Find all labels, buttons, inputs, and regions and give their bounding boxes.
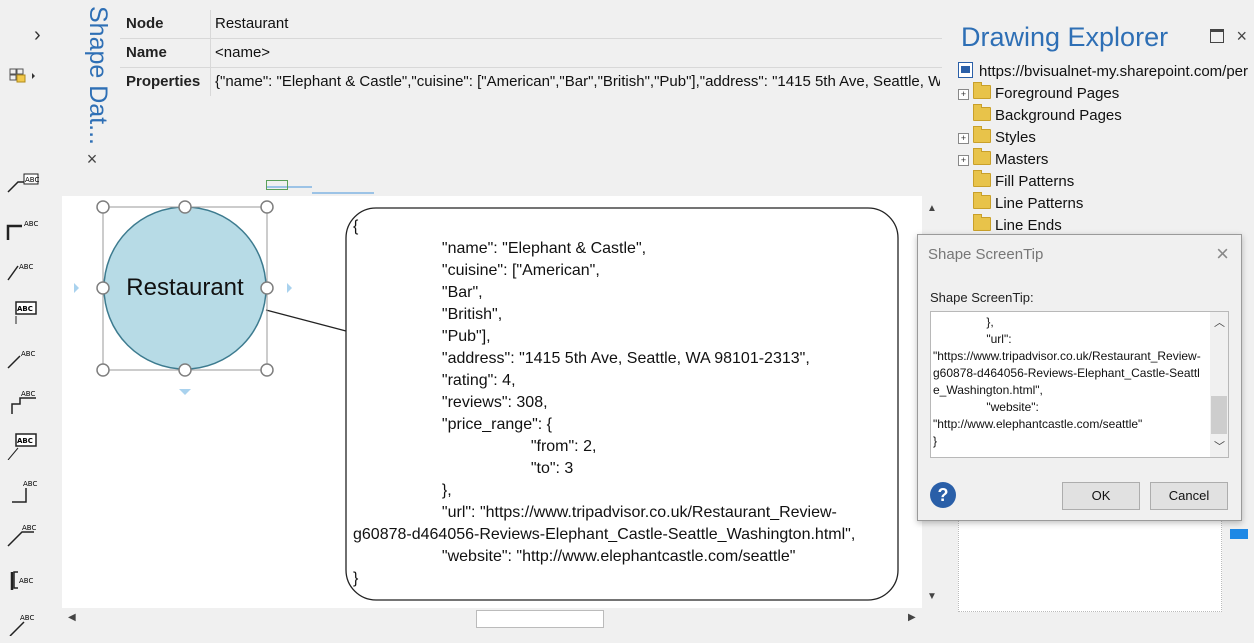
auto-connect-right-icon <box>287 283 292 293</box>
svg-text:ABC: ABC <box>23 480 37 488</box>
close-icon[interactable]: × <box>1236 26 1247 46</box>
explorer-root-url: https://bvisualnet-my.sharepoint.com/per <box>979 63 1249 80</box>
textarea-scrollbar[interactable]: ︿ ﹀ <box>1210 312 1228 457</box>
expand-icon: + <box>958 133 969 144</box>
expand-panel-icon[interactable]: › <box>34 24 41 47</box>
shape-data-row[interactable]: Node Restaurant <box>120 10 942 39</box>
panel-window-controls: × <box>1210 26 1247 47</box>
screentip-field-label: Shape ScreenTip: <box>930 290 1034 305</box>
ruler <box>62 180 922 196</box>
callout-stencil-icon[interactable]: ABC <box>4 298 42 328</box>
cancel-button[interactable]: Cancel <box>1150 482 1228 510</box>
shape-data-value[interactable]: <name> <box>215 44 940 61</box>
help-icon[interactable]: ? <box>930 482 956 508</box>
folder-icon <box>973 192 991 209</box>
callout-text: { "name": "Elephant & Castle", "cuisine"… <box>353 216 855 590</box>
svg-text:ABC: ABC <box>21 390 35 398</box>
drawing-explorer-title: Drawing Explorer <box>961 22 1169 52</box>
folder-icon <box>973 214 991 231</box>
scroll-up-icon[interactable]: ▲ <box>927 203 937 214</box>
close-icon[interactable]: × <box>84 150 100 168</box>
shape-data-key: Name <box>126 44 167 61</box>
shape-data-key: Properties <box>126 73 201 90</box>
scroll-right-icon[interactable]: ▶ <box>908 612 916 623</box>
dialog-title: Shape ScreenTip <box>928 246 1044 263</box>
svg-text:ABC: ABC <box>25 176 39 184</box>
svg-text:ABC: ABC <box>17 305 33 313</box>
shape-data-row[interactable]: Name <name> <box>120 39 942 68</box>
shapes-menu-icon[interactable] <box>8 66 38 86</box>
callout-json: { "name": "Elephant & Castle", "cuisine"… <box>353 218 856 587</box>
svg-text:ABC: ABC <box>24 220 38 228</box>
auto-connect-left-icon <box>74 283 79 293</box>
expand-icon: + <box>958 155 969 166</box>
svg-text:ABC: ABC <box>19 577 33 585</box>
callout-stencil-icon[interactable]: ABC <box>4 342 42 372</box>
scroll-down-icon[interactable]: ﹀ <box>1214 438 1225 454</box>
connector-line[interactable] <box>265 309 347 332</box>
page-icon <box>266 180 288 190</box>
callout-stencil-icon[interactable]: ABC <box>4 168 42 198</box>
auto-connect-down-icon <box>179 389 191 395</box>
explorer-item-foreground-pages[interactable]: + Foreground Pages <box>958 82 1119 107</box>
screentip-dialog: Shape ScreenTip × Shape ScreenTip: }, "u… <box>917 234 1242 521</box>
explorer-item-styles[interactable]: + Styles <box>958 126 1036 151</box>
document-icon <box>958 62 973 78</box>
svg-text:ABC: ABC <box>21 350 35 358</box>
shape-data-row[interactable]: Properties {"name": "Elephant & Castle",… <box>120 68 942 96</box>
scroll-thumb[interactable] <box>476 610 604 628</box>
scroll-left-icon[interactable]: ◀ <box>68 612 76 623</box>
shape-data-value[interactable]: {"name": "Elephant & Castle","cuisine": … <box>215 73 940 90</box>
shape-label: Restaurant <box>126 274 244 301</box>
scroll-up-icon[interactable]: ︿ <box>1214 314 1225 330</box>
svg-text:ABC: ABC <box>19 263 33 271</box>
shape-data-key: Node <box>126 15 164 32</box>
stencil-panel: › ABC ABC ABC ABC ABC ABC ABC ABC ABC AB… <box>0 0 62 643</box>
scroll-down-icon[interactable]: ▼ <box>927 591 937 602</box>
svg-text:ABC: ABC <box>22 524 36 532</box>
callout-stencil-icon[interactable]: ABC <box>4 386 42 416</box>
close-icon[interactable]: × <box>1216 241 1229 267</box>
drawing-canvas[interactable]: Restaurant { "name": "Elephant & Castle"… <box>62 196 922 608</box>
explorer-empty-area <box>958 519 1222 612</box>
ok-button[interactable]: OK <box>1062 482 1140 510</box>
zoom-slider-thumb[interactable] <box>1230 529 1248 539</box>
callout-stencil-icon[interactable]: ABC <box>4 212 42 242</box>
folder-icon <box>973 126 991 143</box>
explorer-item-masters[interactable]: + Masters <box>958 148 1048 173</box>
callout-stencil-icon[interactable]: ABC <box>4 518 42 548</box>
callout-stencil-icon[interactable]: ABC <box>4 254 42 284</box>
folder-icon <box>973 82 991 99</box>
expand-icon: + <box>958 89 969 100</box>
explorer-item-background-pages[interactable]: Background Pages <box>958 104 1122 129</box>
folder-icon <box>973 104 991 121</box>
horizontal-scrollbar[interactable]: ◀ ▶ <box>62 608 922 630</box>
svg-text:ABC: ABC <box>20 614 34 622</box>
scroll-thumb[interactable] <box>1211 396 1227 434</box>
restore-icon[interactable] <box>1210 29 1224 43</box>
svg-text:ABC: ABC <box>17 437 33 445</box>
shape-data-value[interactable]: Restaurant <box>215 15 940 32</box>
callout-stencil-icon[interactable]: ABC <box>4 606 42 637</box>
shape-data-panel-title: Shape Dat... <box>84 6 112 145</box>
callout-stencil-icon[interactable]: ABC <box>4 562 42 592</box>
callout-stencil-icon[interactable]: ABC <box>4 474 42 504</box>
folder-icon <box>973 170 991 187</box>
screentip-textarea[interactable]: }, "url": "https://www.tripadvisor.co.uk… <box>930 311 1229 458</box>
screentip-text[interactable]: }, "url": "https://www.tripadvisor.co.uk… <box>931 312 1228 450</box>
folder-icon <box>973 148 991 165</box>
callout-stencil-icon[interactable]: ABC <box>4 430 42 461</box>
shape-data-table: Node Restaurant Name <name> Properties {… <box>120 10 942 96</box>
explorer-root[interactable]: https://bvisualnet-my.sharepoint.com/per <box>958 62 1248 84</box>
